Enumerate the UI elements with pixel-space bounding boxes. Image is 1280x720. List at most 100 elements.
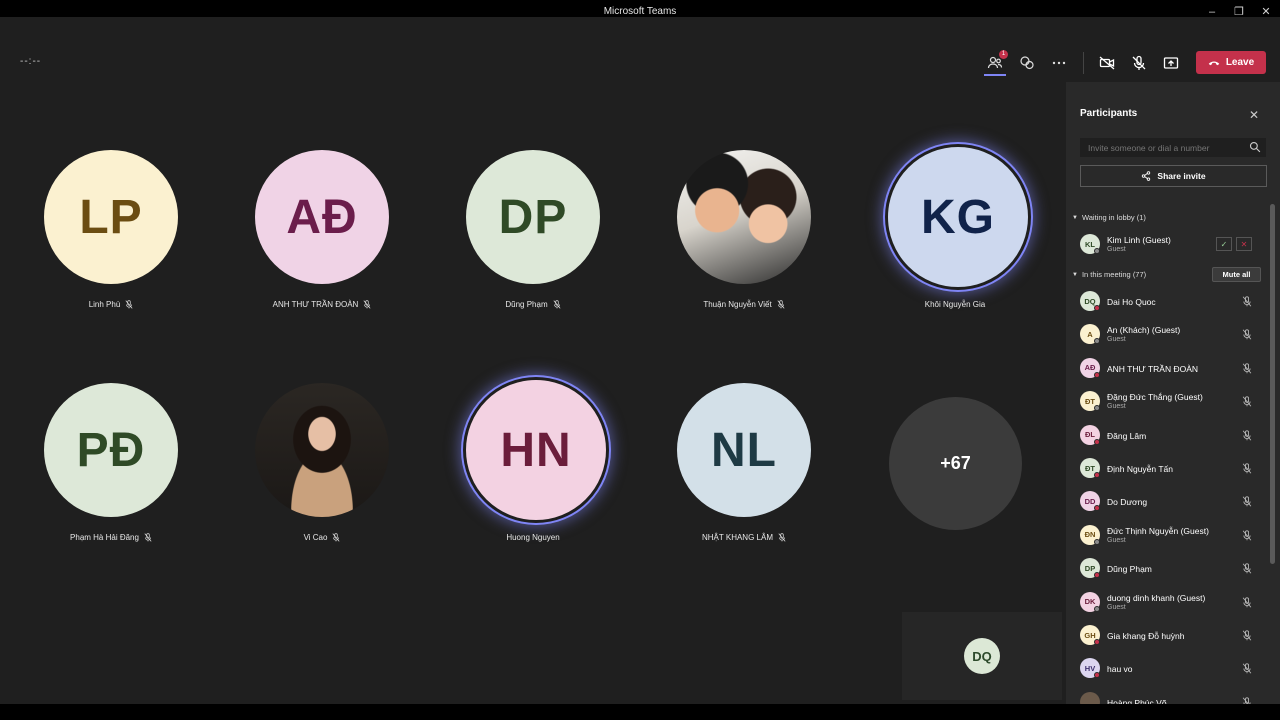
participant-name: Dũng Phạm: [505, 300, 548, 309]
camera-toggle-button[interactable]: [1096, 52, 1118, 74]
participant-name: Thuận Nguyễn Viết: [703, 300, 772, 309]
share-invite-button[interactable]: Share invite: [1080, 165, 1267, 187]
participant-name: An (Khách) (Guest): [1107, 325, 1181, 336]
participant-name: Phạm Hà Hải Đăng: [70, 533, 139, 542]
lobby-header-label: Waiting in lobby (1): [1081, 213, 1146, 222]
participant-name: Linh Phù: [88, 300, 121, 309]
search-icon[interactable]: [1249, 141, 1261, 153]
participant-name-label: ANH THƯ TRẦN ĐOÀN: [222, 300, 422, 309]
meeting-toolbar: --:-- 1 Leave: [0, 42, 1280, 82]
chat-button[interactable]: [1016, 52, 1038, 74]
lobby-section-header[interactable]: ▼ Waiting in lobby (1): [1072, 213, 1146, 222]
participant-role: Guest: [1107, 603, 1126, 611]
participant-name: ANH THƯ TRẦN ĐOÀN: [1107, 363, 1199, 374]
participant-name-label: NHẬT KHANG LÂM: [644, 533, 844, 542]
deny-button[interactable]: ✕: [1236, 237, 1252, 251]
participant-role: Guest: [1107, 536, 1126, 544]
participant-tile[interactable]: NL NHẬT KHANG LÂM: [644, 383, 844, 593]
participant-avatar: DP: [466, 150, 600, 284]
leave-button[interactable]: Leave: [1196, 51, 1266, 74]
participant-row[interactable]: DK duong dinh khanh (Guest) Guest: [1080, 589, 1266, 615]
presence-indicator: [1094, 371, 1100, 378]
participant-name: ANH THƯ TRẦN ĐOÀN: [272, 300, 359, 309]
participant-row[interactable]: DQ Dai Ho Quoc: [1080, 288, 1266, 314]
maximize-button[interactable]: ❐: [1230, 4, 1248, 20]
participant-name: duong dinh khanh (Guest): [1107, 592, 1206, 603]
presence-indicator: [1094, 505, 1100, 512]
panel-scrollbar[interactable]: [1270, 204, 1275, 564]
participant-tile[interactable]: PĐ Phạm Hà Hải Đăng: [11, 383, 211, 593]
participant-tile[interactable]: LP Linh Phù: [11, 150, 211, 360]
overflow-participants-tile[interactable]: +67: [889, 397, 1022, 530]
participant-tile[interactable]: HN Huong Nguyen: [433, 377, 633, 593]
close-icon: ✕: [1240, 239, 1248, 249]
meeting-section-header[interactable]: ▼ In this meeting (77): [1072, 270, 1146, 279]
mic-off-icon: [1242, 329, 1252, 340]
participant-avatar: NL: [677, 383, 811, 517]
participant-avatar: HN: [463, 377, 609, 523]
panel-title: Participants: [1080, 108, 1138, 119]
participant-tile[interactable]: AĐ ANH THƯ TRẦN ĐOÀN: [222, 150, 422, 360]
participant-name: Đăng Lâm: [1107, 430, 1147, 441]
participant-tile[interactable]: KG Khôi Nguyễn Gia: [855, 144, 1055, 360]
participant-name-label: Khôi Nguyễn Gia: [855, 300, 1055, 309]
participant-row[interactable]: ĐT Định Nguyễn Tấn: [1080, 455, 1266, 481]
mic-off-icon: [1242, 429, 1252, 441]
participant-name: hau vo: [1107, 664, 1133, 675]
participant-name: Đặng Đức Thắng (Guest): [1107, 392, 1203, 403]
participant-row[interactable]: DP Dũng Phạm: [1080, 555, 1266, 581]
participant-row[interactable]: HV hau vo: [1080, 655, 1266, 681]
participant-row[interactable]: ĐN Đức Thịnh Nguyễn (Guest) Guest: [1080, 522, 1266, 548]
participant-photo: [255, 383, 389, 517]
self-avatar: DQ: [964, 638, 1000, 674]
participant-name: Định Nguyễn Tấn: [1107, 464, 1173, 474]
mic-off-icon: [125, 300, 133, 309]
mic-off-icon: [1242, 363, 1252, 374]
share-screen-button[interactable]: [1160, 52, 1182, 74]
invite-input[interactable]: [1080, 138, 1266, 157]
minimize-button[interactable]: –: [1203, 4, 1221, 20]
participant-tile[interactable]: Thuận Nguyễn Viết: [644, 150, 844, 360]
mic-toggle-button[interactable]: [1128, 52, 1150, 74]
more-options-button[interactable]: [1048, 52, 1070, 74]
chevron-down-icon: ▼: [1072, 271, 1078, 278]
participant-tile[interactable]: DP Dũng Phạm: [433, 150, 633, 360]
lobby-participant-row[interactable]: KL Kim Linh (Guest) Guest ✓ ✕: [1080, 231, 1266, 257]
presence-indicator: [1094, 538, 1100, 545]
participants-button[interactable]: 1: [984, 50, 1008, 74]
share-screen-icon: [1163, 57, 1179, 69]
participant-name-label: Thuận Nguyễn Viết: [644, 300, 844, 309]
participant-name: NHẬT KHANG LÂM: [702, 533, 773, 542]
participant-name: Đức Thịnh Nguyễn (Guest): [1107, 525, 1209, 536]
window-title: Microsoft Teams: [603, 6, 677, 17]
participant-row[interactable]: DD Do Dương: [1080, 488, 1266, 514]
participant-name-label: Huong Nguyen: [433, 533, 633, 542]
participant-row[interactable]: ĐL Đăng Lâm: [1080, 422, 1266, 448]
mute-all-button[interactable]: Mute all: [1212, 267, 1261, 282]
title-bar: [0, 17, 1280, 42]
participant-name: Dai Ho Quoc: [1107, 297, 1156, 307]
participant-row[interactable]: GH Gia khang Đỗ huỳnh: [1080, 622, 1266, 648]
participant-photo: [677, 150, 811, 284]
participant-name: Do Dương: [1107, 497, 1148, 508]
self-view[interactable]: DQ: [902, 612, 1062, 700]
participant-avatar: AĐ: [255, 150, 389, 284]
admit-button[interactable]: ✓: [1216, 237, 1232, 251]
participant-name: Gia khang Đỗ huỳnh: [1107, 631, 1185, 641]
participant-row[interactable]: A An (Khách) (Guest) Guest: [1080, 321, 1266, 347]
mic-off-icon: [1132, 55, 1146, 70]
mic-off-icon: [1242, 530, 1252, 541]
close-panel-button[interactable]: ✕: [1249, 108, 1259, 122]
mic-off-icon: [1242, 563, 1252, 574]
participant-avatar: LP: [44, 150, 178, 284]
mic-off-icon: [1242, 496, 1252, 507]
presence-indicator: [1094, 672, 1100, 679]
participant-row[interactable]: ĐT Đặng Đức Thắng (Guest) Guest: [1080, 388, 1266, 414]
presence-indicator: [1094, 305, 1100, 311]
participant-tile[interactable]: Vi Cao: [222, 383, 422, 593]
close-window-button[interactable]: ✕: [1257, 4, 1275, 20]
participant-row[interactable]: AĐ ANH THƯ TRẦN ĐOÀN: [1080, 355, 1266, 381]
check-icon: ✓: [1220, 239, 1228, 249]
participant-name-label: Vi Cao: [222, 533, 422, 542]
mic-off-icon: [1242, 296, 1252, 307]
